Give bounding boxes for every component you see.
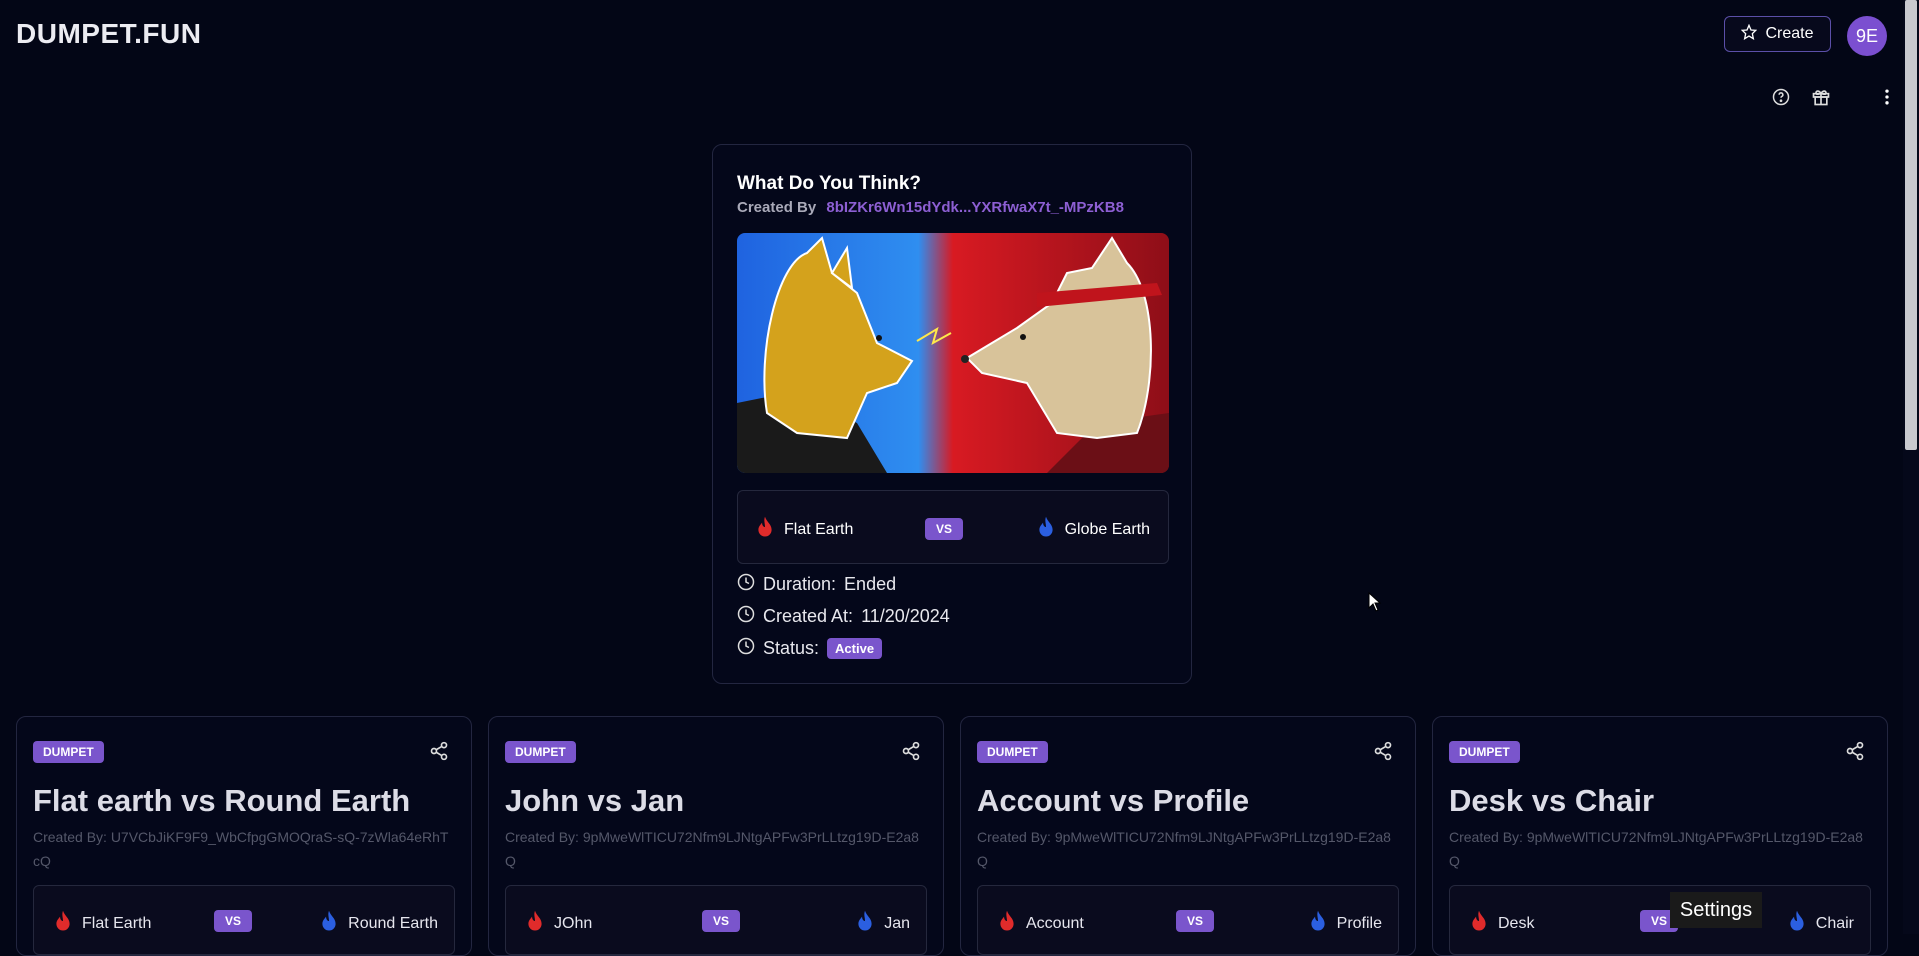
- mouse-cursor-icon: [1368, 591, 1382, 617]
- flame-icon: [54, 910, 72, 937]
- poll-card[interactable]: DUMPET Account vs Profile Created By: 9p…: [960, 716, 1416, 956]
- share-icon[interactable]: [429, 741, 449, 761]
- flame-icon: [756, 516, 774, 543]
- card-title[interactable]: Account vs Profile: [977, 783, 1249, 819]
- right-option-label: Chair: [1815, 914, 1854, 932]
- right-option[interactable]: Profile: [1309, 910, 1382, 937]
- poll-card[interactable]: DUMPET Desk vs Chair Created By: 9pMweWl…: [1432, 716, 1888, 956]
- top-bar: DUMPET.FUN Create 9E: [0, 0, 1900, 70]
- card-tag: DUMPET: [505, 741, 576, 763]
- help-icon[interactable]: [1770, 86, 1792, 108]
- right-option[interactable]: Jan: [856, 910, 910, 937]
- left-option-label: Flat Earth: [784, 520, 854, 538]
- featured-matchup: Flat Earth VS Globe Earth: [737, 490, 1169, 564]
- share-icon[interactable]: [901, 741, 921, 761]
- flame-icon: [856, 910, 874, 937]
- flame-icon: [1037, 516, 1055, 543]
- featured-created-by: Created By 8bIZKr6Wn15dYdk...YXRfwaX7t_-…: [737, 199, 1124, 216]
- card-tag: DUMPET: [1449, 741, 1520, 763]
- right-option-label: Globe Earth: [1064, 520, 1150, 538]
- left-option-label: Account: [1026, 914, 1084, 932]
- right-option-label: Jan: [884, 914, 910, 932]
- card-created-by: Created By: 9pMweWlTICU72Nfm9LJNtgAPFw3P…: [505, 829, 919, 869]
- right-option[interactable]: Globe Earth: [1037, 516, 1150, 543]
- creator-address[interactable]: 8bIZKr6Wn15dYdk...YXRfwaX7t_-MPzKB8: [826, 199, 1124, 216]
- left-option-label: Flat Earth: [82, 914, 152, 932]
- clock-icon: [737, 605, 755, 628]
- card-tag: DUMPET: [33, 741, 104, 763]
- featured-title: What Do You Think?: [737, 173, 921, 194]
- vs-badge: VS: [214, 910, 252, 932]
- left-option[interactable]: Flat Earth: [756, 516, 853, 543]
- clock-icon: [737, 573, 755, 596]
- flame-icon: [526, 910, 544, 937]
- card-title[interactable]: Flat earth vs Round Earth: [33, 783, 410, 819]
- gift-icon[interactable]: [1810, 86, 1832, 108]
- flame-icon: [1309, 910, 1327, 937]
- duration-value: Ended: [844, 574, 897, 594]
- clock-icon: [737, 637, 755, 660]
- created-at-value: 11/20/2024: [861, 606, 950, 626]
- right-option-label: Round Earth: [348, 914, 438, 932]
- settings-tooltip: Settings: [1670, 892, 1762, 928]
- flame-icon: [998, 910, 1016, 937]
- flame-icon: [320, 910, 338, 937]
- right-option[interactable]: Round Earth: [320, 910, 438, 937]
- featured-image: [737, 233, 1169, 473]
- left-option-label: JOhn: [554, 914, 593, 932]
- right-option[interactable]: Chair: [1788, 910, 1854, 937]
- vs-badge: VS: [702, 910, 740, 932]
- scrollbar[interactable]: [1903, 0, 1919, 934]
- featured-poll-card[interactable]: What Do You Think? Created By 8bIZKr6Wn1…: [712, 144, 1192, 684]
- card-created-by: Created By: 9pMweWlTICU72Nfm9LJNtgAPFw3P…: [1449, 829, 1863, 869]
- left-option[interactable]: Account: [998, 910, 1084, 937]
- share-icon[interactable]: [1373, 741, 1393, 761]
- created-by-label: Created By: [737, 199, 817, 216]
- card-matchup: Account VS Profile: [977, 885, 1399, 955]
- card-matchup: JOhn VS Jan: [505, 885, 927, 955]
- duration-label: Duration:: [763, 574, 837, 594]
- avatar[interactable]: 9E: [1847, 16, 1887, 56]
- site-logo[interactable]: DUMPET.FUN: [16, 18, 201, 50]
- card-matchup: Flat Earth VS Round Earth: [33, 885, 455, 955]
- create-button[interactable]: Create: [1724, 16, 1831, 52]
- card-created-by: Created By: U7VCbJiKF9F9_WbCfpgGMOQraS-s…: [33, 829, 449, 869]
- more-vertical-icon[interactable]: [1876, 86, 1898, 108]
- poll-card[interactable]: DUMPET John vs Jan Created By: 9pMweWlTI…: [488, 716, 944, 956]
- create-button-label: Create: [1765, 25, 1814, 42]
- card-created-by: Created By: 9pMweWlTICU72Nfm9LJNtgAPFw3P…: [977, 829, 1391, 869]
- star-icon: [1741, 23, 1758, 45]
- card-title[interactable]: John vs Jan: [505, 783, 684, 819]
- card-matchup: Desk VS Chair: [1449, 885, 1871, 955]
- left-option[interactable]: Desk: [1470, 910, 1534, 937]
- duration-row: Duration: Ended: [737, 573, 896, 596]
- created-at-label: Created At:: [763, 606, 854, 626]
- toolbar-icons: [1770, 86, 1898, 108]
- right-option-label: Profile: [1336, 914, 1382, 932]
- status-label: Status:: [763, 638, 820, 658]
- card-tag: DUMPET: [977, 741, 1048, 763]
- scrollbar-thumb[interactable]: [1905, 0, 1917, 450]
- created-at-row: Created At: 11/20/2024: [737, 605, 950, 628]
- card-title[interactable]: Desk vs Chair: [1449, 783, 1654, 819]
- status-row: Status: Active: [737, 637, 883, 660]
- vs-badge: VS: [1176, 910, 1214, 932]
- left-option[interactable]: JOhn: [526, 910, 592, 937]
- poll-card[interactable]: DUMPET Flat earth vs Round Earth Created…: [16, 716, 472, 956]
- flame-icon: [1470, 910, 1488, 937]
- left-option-label: Desk: [1498, 914, 1535, 932]
- flame-icon: [1788, 910, 1806, 937]
- vs-badge: VS: [925, 518, 963, 540]
- share-icon[interactable]: [1845, 741, 1865, 761]
- status-badge: Active: [827, 638, 883, 659]
- left-option[interactable]: Flat Earth: [54, 910, 151, 937]
